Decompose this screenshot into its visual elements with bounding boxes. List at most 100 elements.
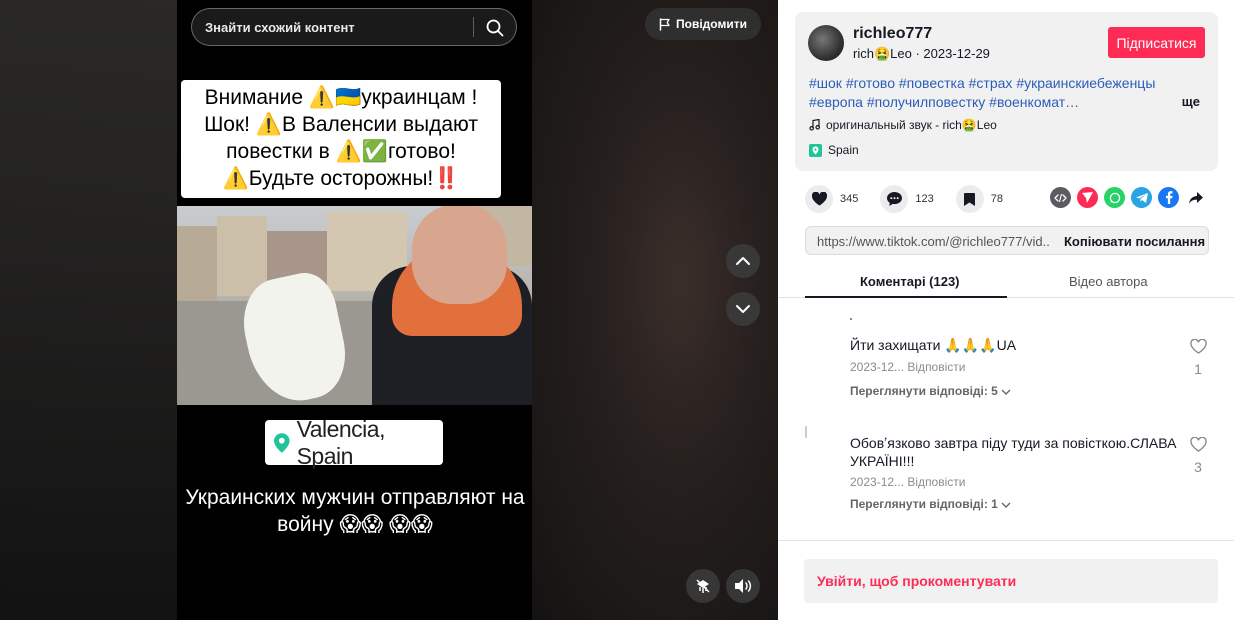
like-circle <box>805 185 833 213</box>
save-count: 78 <box>990 193 1003 205</box>
location-pin-icon <box>274 432 290 453</box>
comment-meta: 2023-12... Відповісти <box>850 360 965 374</box>
comment-text: Йти захищати 🙏🙏🙏UA <box>850 337 1017 353</box>
view-replies-button[interactable]: Переглянути відповіді: 1 <box>850 497 1011 511</box>
comment-like-count: 3 <box>1194 459 1202 475</box>
volume-button[interactable] <box>726 569 760 603</box>
report-label: Повідомити <box>676 17 747 31</box>
video-bottom-caption: Украинских мужчин отправляют на войну 😱😱… <box>185 486 525 536</box>
whatsapp-share-button[interactable] <box>1104 187 1125 208</box>
copy-link-button[interactable]: Копіювати посилання <box>1064 234 1205 249</box>
telegram-share-button[interactable] <box>1131 187 1152 208</box>
blurred-background-left <box>0 0 177 620</box>
author-subline: rich🤮Leo · 2023-12-29 <box>853 46 990 62</box>
view-replies-button[interactable]: Переглянути відповіді: 5 <box>850 384 1011 398</box>
next-video-button[interactable] <box>726 292 760 326</box>
comment-button[interactable]: 123 <box>880 185 934 213</box>
share-icons <box>1050 187 1206 208</box>
caption-line: повестки в ⚠️✅готово! <box>226 140 456 163</box>
sound-link[interactable]: оригинальный звук - rich🤮Leo <box>809 118 997 132</box>
tab-creator-videos[interactable]: Відео автора <box>1069 274 1148 289</box>
more-button[interactable]: ще <box>1182 94 1200 109</box>
embed-icon <box>1054 193 1067 202</box>
flag-icon <box>659 17 670 31</box>
heart-icon <box>811 192 827 206</box>
previous-video-button[interactable] <box>726 244 760 278</box>
comment-text: Обовʼязково завтра піду туди за повістко… <box>850 435 1177 469</box>
link-bar: https://www.tiktok.com/@richleo777/vid..… <box>805 226 1209 255</box>
tiktok-video-page: Внимание ⚠️🇺🇦украинцам ! Шок! ⚠️В Валенс… <box>0 0 1234 620</box>
comments-list[interactable]: Йти захищати 🙏🙏🙏UA 2023-12... Відповісти… <box>778 300 1234 540</box>
caption-line: Внимание ⚠️🇺🇦украинцам ! <box>204 86 478 109</box>
hashtag[interactable]: #готово <box>846 75 895 91</box>
search-divider <box>473 17 474 37</box>
place-chip[interactable]: Spain <box>809 140 859 160</box>
comment-avatar-placeholder <box>850 318 852 320</box>
hashtag[interactable]: #украинскиебеженцы <box>1016 75 1155 91</box>
person-face <box>412 206 507 304</box>
paper-plane-icon <box>1082 192 1093 203</box>
location-tag: Valencia, Spain <box>265 416 443 469</box>
search-button[interactable] <box>482 15 508 41</box>
hashtag[interactable]: #военкомат… <box>989 94 1079 110</box>
embed-button[interactable] <box>1050 187 1071 208</box>
author-nickname: rich🤮Leo <box>853 46 912 61</box>
reply-button[interactable]: Відповісти <box>907 475 965 489</box>
reply-button[interactable]: Відповісти <box>907 360 965 374</box>
heart-outline-icon <box>1189 436 1207 452</box>
video-area: Внимание ⚠️🇺🇦украинцам ! Шок! ⚠️В Валенс… <box>0 0 778 620</box>
hashtag[interactable]: #страх <box>969 75 1013 91</box>
location-text: Valencia, Spain <box>296 415 386 469</box>
author-card: richleo777 rich🤮Leo · 2023-12-29 Підписа… <box>795 12 1218 171</box>
music-note-icon <box>809 119 820 131</box>
report-button[interactable]: Повідомити <box>645 8 761 40</box>
avatar[interactable] <box>808 25 844 61</box>
comment-date: 2023-12... <box>850 475 905 489</box>
tab-comments[interactable]: Коментарі (123) <box>860 274 960 289</box>
more-share-button[interactable] <box>1185 187 1206 208</box>
place-icon <box>809 143 822 157</box>
hashtag[interactable]: #европа <box>809 94 863 110</box>
bookmark-icon <box>964 192 976 206</box>
share-arrow-icon <box>1188 191 1203 204</box>
search-input[interactable] <box>205 19 465 35</box>
like-count: 345 <box>840 193 859 205</box>
chevron-down-icon <box>1001 389 1011 395</box>
comment-like-count: 1 <box>1194 361 1202 377</box>
details-panel: richleo777 rich🤮Leo · 2023-12-29 Підписа… <box>778 0 1234 620</box>
like-button[interactable]: 345 <box>805 185 858 213</box>
action-bar: 345 123 78 <box>805 185 1025 213</box>
save-button[interactable]: 78 <box>955 185 1003 213</box>
comment-circle <box>880 185 909 213</box>
heart-outline-icon <box>1189 338 1207 354</box>
hashtag[interactable]: #получилповестку <box>867 94 985 110</box>
facebook-icon <box>1165 191 1172 204</box>
chevron-up-icon <box>736 257 750 265</box>
comment-like-button[interactable]: 3 <box>1188 436 1208 475</box>
floating-player-button[interactable] <box>686 569 720 603</box>
telegram-icon <box>1135 192 1148 203</box>
comment-like-button[interactable]: 1 <box>1188 338 1208 377</box>
comment-count: 123 <box>915 193 934 205</box>
description-hashtags: #шок #готово #повестка #страх #украински… <box>809 74 1204 112</box>
sound-name: оригинальный звук - rich🤮Leo <box>826 118 997 132</box>
video-frame <box>177 206 532 405</box>
chevron-down-icon <box>736 305 750 313</box>
video-caption-box: Внимание ⚠️🇺🇦украинцам ! Шок! ⚠️В Валенс… <box>181 80 501 198</box>
video-url: https://www.tiktok.com/@richleo777/vid..… <box>817 234 1049 249</box>
hashtag[interactable]: #шок <box>809 75 842 91</box>
floating-player-icon <box>696 579 710 593</box>
caption-line: Шок! ⚠️В Валенсии выдают <box>204 113 478 136</box>
tabs: Коментарі (123) Відео автора <box>778 266 1234 298</box>
send-to-friends-button[interactable] <box>1077 187 1098 208</box>
hashtag[interactable]: #повестка <box>899 75 965 91</box>
login-to-comment-button[interactable]: Увійти, щоб прокоментувати <box>804 559 1218 603</box>
search-icon <box>486 19 504 37</box>
volume-icon <box>735 579 752 593</box>
caption-line: ⚠️Будьте осторожны!‼️ <box>222 167 460 190</box>
facebook-share-button[interactable] <box>1158 187 1179 208</box>
view-replies-label: Переглянути відповіді: 1 <box>850 497 998 511</box>
author-username[interactable]: richleo777 <box>853 25 932 43</box>
follow-button[interactable]: Підписатися <box>1108 27 1205 58</box>
place-name: Spain <box>828 143 859 157</box>
